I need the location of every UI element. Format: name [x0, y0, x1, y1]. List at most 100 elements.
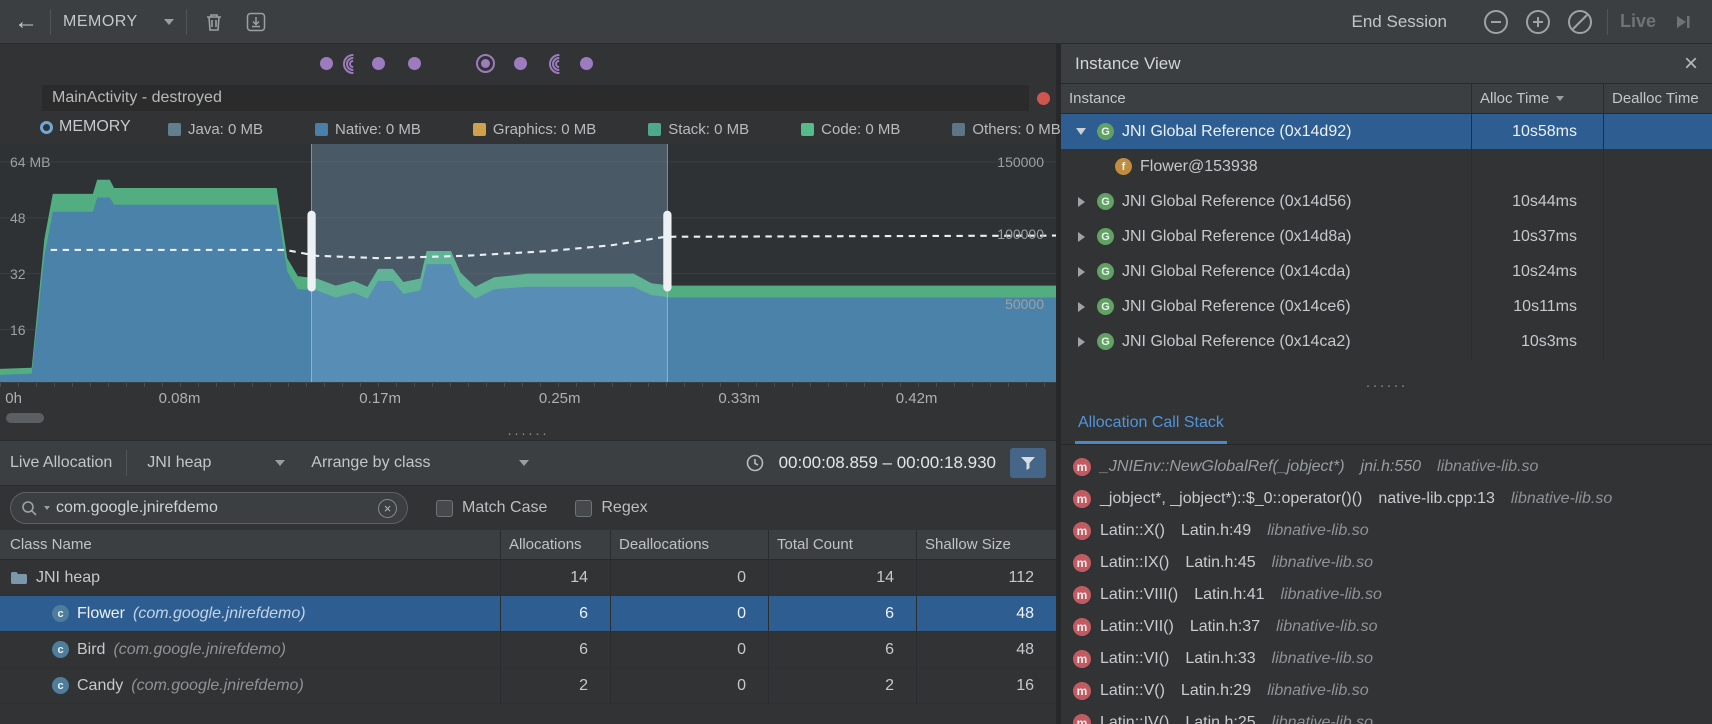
column-header-sorted[interactable]: Alloc Time [1471, 84, 1603, 113]
end-session-button[interactable]: End Session [1352, 12, 1447, 32]
callstack-frame[interactable]: Latin::IX() Latin.h:45 libnative-lib.so [1061, 547, 1712, 579]
zoom-out-icon[interactable] [1481, 7, 1511, 37]
export-session-button[interactable] [241, 7, 271, 37]
column-header[interactable]: Allocations [500, 530, 610, 559]
y-axis-label: 64 MB [10, 154, 50, 170]
legend-swatch [473, 123, 486, 136]
column-header[interactable]: Class Name [0, 530, 500, 559]
timeline-scrollbar[interactable] [6, 413, 44, 423]
session-selector[interactable]: MEMORY [63, 13, 174, 31]
memory-chart[interactable]: 64 MB 48 32 16 150000 100000 50000 [0, 144, 1056, 382]
table-row[interactable]: Candy (com.google.jnirefdemo) 2 0 2 16 [0, 668, 1056, 704]
live-allocation-label: Live Allocation [10, 454, 112, 472]
toolbar-separator [186, 9, 187, 35]
reset-zoom-icon[interactable] [1565, 7, 1595, 37]
memory-chart-svg [0, 144, 1056, 382]
method-icon [1073, 458, 1091, 476]
match-case-option[interactable]: Match Case [436, 499, 547, 517]
instance-row[interactable]: JNI Global Reference (0x14ca2) 10s3ms [1061, 324, 1712, 359]
table-row[interactable]: JNI heap 14 0 14 112 [0, 560, 1056, 596]
shallow-size-value: 48 [916, 596, 1056, 631]
close-icon[interactable]: × [1684, 52, 1698, 76]
tab-allocation-call-stack[interactable]: Allocation Call Stack [1075, 414, 1227, 444]
instance-view-header: Instance View × [1061, 44, 1712, 84]
horizontal-splitter[interactable]: ······ [1061, 359, 1712, 407]
search-input[interactable]: com.google.jnirefdemo × [10, 492, 408, 524]
column-header[interactable]: Total Count [768, 530, 916, 559]
legend-item: Others: 0 MB [952, 121, 1060, 138]
callstack-frame[interactable]: _JNIEnv::NewGlobalRef(_jobject*) jni.h:5… [1061, 451, 1712, 483]
legend-item: Code: 0 MB [801, 121, 900, 138]
dealloc-time [1603, 219, 1712, 254]
back-icon[interactable]: ← [14, 10, 38, 34]
expand-arrow-icon[interactable] [1078, 197, 1085, 207]
class-package: (com.google.jnirefdemo) [131, 677, 304, 695]
clear-search-icon[interactable]: × [378, 499, 397, 518]
x-tick: 0.42m [896, 390, 938, 407]
activity-lifecycle-bar: MainActivity - destroyed [42, 85, 1029, 111]
expand-arrow-icon[interactable] [1078, 337, 1085, 347]
chevron-down-icon [519, 460, 529, 466]
callstack-frame[interactable]: Latin::VIII() Latin.h:41 libnative-lib.s… [1061, 579, 1712, 611]
instance-view-title: Instance View [1075, 54, 1684, 74]
instance-label: JNI Global Reference (0x14d8a) [1122, 228, 1351, 246]
alloc-time: 10s37ms [1471, 219, 1603, 254]
total-count-value: 6 [768, 596, 916, 631]
x-tick: 0.17m [359, 390, 401, 407]
instance-row[interactable]: JNI Global Reference (0x14cda) 10s24ms [1061, 254, 1712, 289]
regex-option[interactable]: Regex [575, 499, 647, 517]
filter-button[interactable] [1010, 448, 1046, 478]
activity-state-label: MainActivity - destroyed [52, 89, 222, 107]
class-icon [52, 677, 69, 694]
table-row[interactable]: Bird (com.google.jnirefdemo) 6 0 6 48 [0, 632, 1056, 668]
column-header[interactable]: Deallocations [610, 530, 768, 559]
instance-row-selected[interactable]: JNI Global Reference (0x14d92) 10s58ms [1061, 114, 1712, 149]
expand-arrow-icon[interactable] [1078, 302, 1085, 312]
zoom-in-icon[interactable] [1523, 7, 1553, 37]
instance-label: JNI Global Reference (0x14cda) [1122, 263, 1351, 281]
activity-event-dot-icon [514, 57, 527, 70]
class-name: JNI heap [36, 569, 100, 587]
instance-label: JNI Global Reference (0x14ca2) [1122, 333, 1351, 351]
callstack-frame[interactable]: Latin::VII() Latin.h:37 libnative-lib.so [1061, 611, 1712, 643]
regex-checkbox[interactable] [575, 500, 592, 517]
allocations-value: 6 [500, 632, 610, 667]
activity-event-ripple-icon [548, 53, 570, 75]
callstack-frame[interactable]: Latin::IV() Latin.h:25 libnative-lib.so [1061, 707, 1712, 724]
callstack-tab-bar: Allocation Call Stack [1061, 407, 1712, 445]
column-header[interactable]: Shallow Size [916, 530, 1056, 559]
method-icon [1073, 650, 1091, 668]
instance-child-row[interactable]: Flower@153938 [1061, 149, 1712, 184]
column-header[interactable]: Dealloc Time [1603, 84, 1712, 113]
heap-selector-dropdown[interactable]: JNI heap [141, 447, 291, 479]
callstack-frame[interactable]: Latin::X() Latin.h:49 libnative-lib.so [1061, 515, 1712, 547]
instance-row[interactable]: JNI Global Reference (0x14ce6) 10s11ms [1061, 289, 1712, 324]
callstack-frame[interactable]: Latin::VI() Latin.h:33 libnative-lib.so [1061, 643, 1712, 675]
callstack-frame[interactable]: Latin::V() Latin.h:29 libnative-lib.so [1061, 675, 1712, 707]
go-to-live-button[interactable]: Live [1620, 11, 1656, 32]
activity-event-ring-icon [476, 54, 495, 73]
method-icon [1073, 586, 1091, 604]
horizontal-splitter[interactable]: ······ [0, 428, 1056, 440]
expand-arrow-icon[interactable] [1078, 267, 1085, 277]
delete-session-button[interactable] [199, 7, 229, 37]
toolbar-separator [1607, 9, 1608, 35]
x-tick: 0.33m [718, 390, 760, 407]
column-header[interactable]: Instance [1061, 84, 1471, 113]
expand-arrow-icon[interactable] [1078, 232, 1085, 242]
search-options-chevron-icon[interactable] [44, 506, 50, 510]
skip-to-end-icon[interactable] [1668, 7, 1698, 37]
method-icon [1073, 554, 1091, 572]
y-axis-label: 16 [10, 322, 26, 338]
table-row-selected[interactable]: Flower (com.google.jnirefdemo) 6 0 6 48 [0, 596, 1056, 632]
callstack-frame[interactable]: _jobject*, _jobject*)::$_0::operator()()… [1061, 483, 1712, 515]
class-table-header: Class Name Allocations Deallocations Tot… [0, 530, 1056, 560]
arrange-by-dropdown[interactable]: Arrange by class [305, 447, 535, 479]
instance-row[interactable]: JNI Global Reference (0x14d56) 10s44ms [1061, 184, 1712, 219]
method-icon [1073, 618, 1091, 636]
instance-row[interactable]: JNI Global Reference (0x14d8a) 10s37ms [1061, 219, 1712, 254]
collapse-arrow-icon[interactable] [1076, 128, 1086, 135]
sort-descending-icon [1556, 96, 1564, 101]
legend-item: Stack: 0 MB [648, 121, 749, 138]
match-case-checkbox[interactable] [436, 500, 453, 517]
